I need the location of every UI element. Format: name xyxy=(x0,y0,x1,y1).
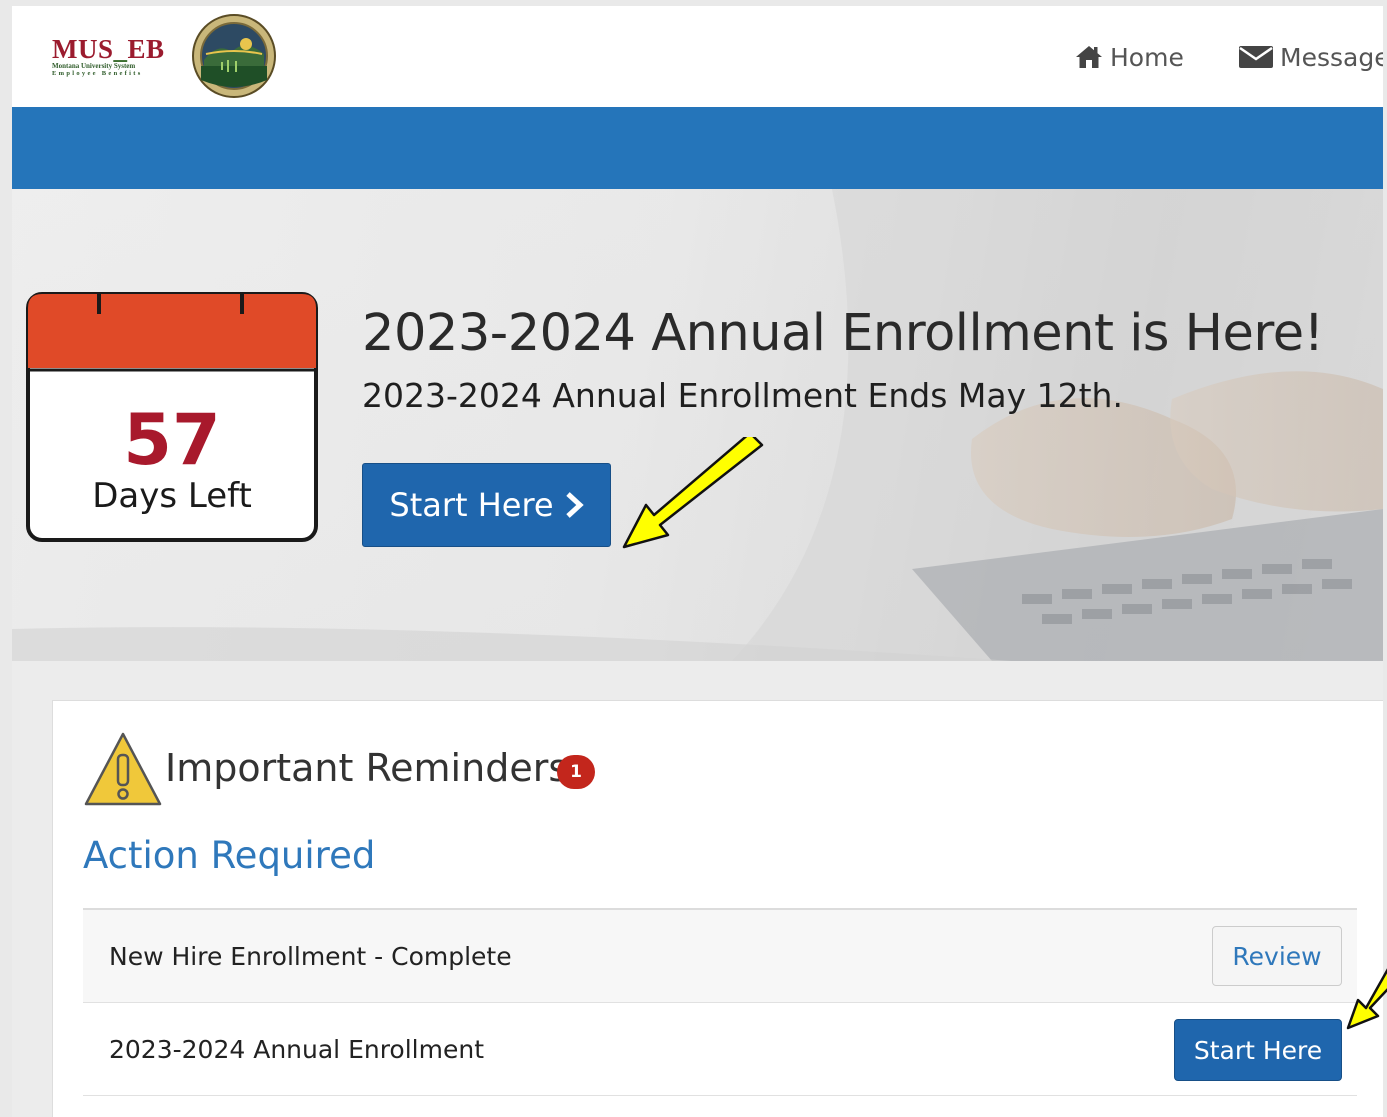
annotation-arrow-icon xyxy=(622,437,764,549)
header-blue-band xyxy=(12,107,1383,189)
reminders-count-badge: 1 xyxy=(557,755,595,789)
important-reminders-card: Important Reminders 1 Action Required Ne… xyxy=(52,700,1383,1117)
nav-home-link[interactable]: Home xyxy=(1074,42,1184,72)
hero-start-here-button[interactable]: Start Here xyxy=(362,463,611,547)
nav-message-link[interactable]: Message xyxy=(1238,42,1383,72)
table-row: New Hire Enrollment - Complete Review xyxy=(83,910,1357,1003)
nav-home-label: Home xyxy=(1110,42,1184,72)
enrollment-hero-banner: 57 Days Left 2023-2024 Annual Enrollment… xyxy=(12,189,1383,661)
hero-title: 2023-2024 Annual Enrollment is Here! xyxy=(362,304,1324,363)
logo-eb: EB xyxy=(127,34,165,64)
mus-eb-logo[interactable]: MUS_EB Montana University System Employe… xyxy=(52,36,182,78)
days-left-count: 57 xyxy=(123,399,221,481)
state-seal-icon xyxy=(192,14,276,98)
logo-subtitle-benefits: Employee Benefits xyxy=(52,70,143,77)
action-required-heading: Action Required xyxy=(83,834,376,877)
nav-message-label: Message xyxy=(1280,42,1383,72)
annual-enrollment-start-here-button[interactable]: Start Here xyxy=(1174,1019,1342,1081)
top-header: MUS_EB Montana University System Employe… xyxy=(12,6,1383,107)
envelope-icon xyxy=(1239,46,1273,68)
annotation-arrow-icon xyxy=(1346,968,1387,1030)
warning-icon xyxy=(84,732,162,806)
days-left-label: Days Left xyxy=(92,476,252,516)
logo-wordmark: MUS_EB xyxy=(52,34,182,64)
reminders-title: Important Reminders xyxy=(165,746,569,790)
home-icon xyxy=(1076,46,1102,68)
action-required-table: New Hire Enrollment - Complete Review 20… xyxy=(83,908,1357,1096)
row-label: 2023-2024 Annual Enrollment xyxy=(109,1034,484,1064)
chevron-right-icon xyxy=(565,492,584,518)
table-row: 2023-2024 Annual Enrollment Start Here xyxy=(83,1003,1357,1096)
hero-start-here-label: Start Here xyxy=(389,486,554,524)
logo-dash: _ xyxy=(113,34,128,64)
logo-mus: MUS xyxy=(52,34,114,64)
review-button[interactable]: Review xyxy=(1212,926,1342,986)
hero-subtitle: 2023-2024 Annual Enrollment Ends May 12t… xyxy=(362,376,1123,415)
app-window: MUS_EB Montana University System Employe… xyxy=(12,6,1383,1117)
row-label: New Hire Enrollment - Complete xyxy=(109,941,512,971)
